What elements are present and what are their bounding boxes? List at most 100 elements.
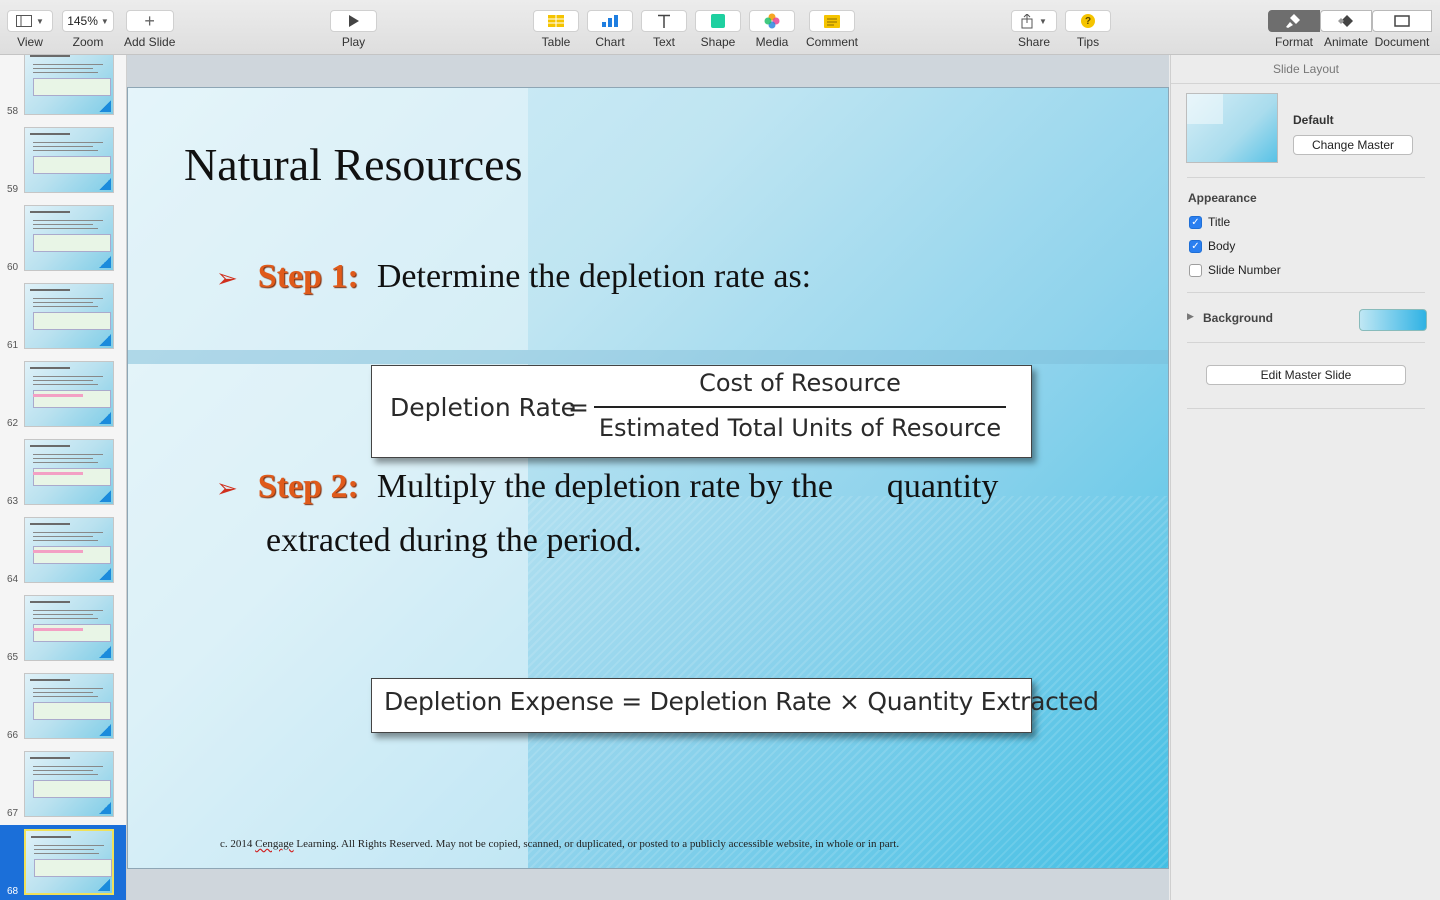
- tips-control[interactable]: ? Tips: [1065, 10, 1111, 49]
- slide-thumbnail[interactable]: [24, 517, 114, 583]
- share-button[interactable]: ▼: [1011, 10, 1057, 32]
- thumbnail-detail: [33, 390, 111, 408]
- table-control[interactable]: Table: [533, 10, 579, 49]
- slide-thumbnail[interactable]: [24, 673, 114, 739]
- slide-thumbnail-row[interactable]: 65: [0, 591, 126, 669]
- copyright-footer[interactable]: c. 2014 Cengage Learning. All Rights Res…: [220, 838, 899, 850]
- slide-thumbnail-row[interactable]: 60: [0, 201, 126, 279]
- slide-title[interactable]: Natural Resources: [184, 138, 523, 191]
- slide-thumbnail[interactable]: [24, 829, 114, 895]
- thumbnail-detail: [33, 532, 103, 533]
- slide-thumbnail[interactable]: [24, 751, 114, 817]
- document-tab[interactable]: Document: [1372, 10, 1432, 49]
- shape-button[interactable]: [695, 10, 741, 32]
- title-checkbox[interactable]: ✓: [1189, 215, 1202, 229]
- thumbnail-detail: [33, 462, 98, 463]
- zoom-control[interactable]: 145% ▼ Zoom: [62, 10, 114, 49]
- table-button[interactable]: [533, 10, 579, 32]
- add-slide-control[interactable]: + Add Slide: [124, 10, 175, 49]
- slide-number: 67: [7, 808, 19, 819]
- change-master-button[interactable]: Change Master: [1293, 135, 1413, 155]
- thumbnail-detail: [33, 146, 93, 147]
- divider: [1187, 342, 1425, 343]
- slide-thumbnail-row[interactable]: 62: [0, 357, 126, 435]
- share-control[interactable]: ▼ Share: [1011, 10, 1057, 49]
- zoom-select[interactable]: 145% ▼: [62, 10, 114, 32]
- edit-master-slide-button[interactable]: Edit Master Slide: [1206, 365, 1406, 385]
- footer-suffix: Learning. All Rights Reserved. May not b…: [293, 838, 900, 850]
- slide-thumbnail-row[interactable]: 68: [0, 825, 126, 900]
- step1-bullet[interactable]: ➢ Step 1: Determine the depletion rate as:: [216, 258, 811, 296]
- slide-thumbnail[interactable]: [24, 439, 114, 505]
- thumbnail-detail: [33, 688, 103, 689]
- thumbnail-detail: [33, 142, 103, 143]
- slide-thumbnail[interactable]: [24, 55, 114, 115]
- depletion-expense-formula[interactable]: Depletion Expense = Depletion Rate × Qua…: [371, 678, 1099, 733]
- plus-icon: +: [144, 10, 155, 31]
- slide-number: 68: [7, 886, 19, 897]
- slide[interactable]: Natural Resources ➢ Step 1: Determine the …: [127, 87, 1169, 869]
- document-button[interactable]: [1372, 10, 1432, 32]
- body-checkbox[interactable]: ✓: [1189, 239, 1202, 253]
- step2-bullet[interactable]: ➢ Step 2: Multiply the depletion rate by t…: [216, 468, 998, 506]
- tips-button[interactable]: ?: [1065, 10, 1111, 32]
- slide-thumbnail-row[interactable]: 63: [0, 435, 126, 513]
- slide-navigator[interactable]: 58 59 60 61 62 63 64 65 66 67 68: [0, 55, 127, 900]
- thumbnail-detail: [33, 78, 111, 96]
- chart-control[interactable]: Chart: [587, 10, 633, 49]
- slide-thumbnail-row[interactable]: 58: [0, 55, 126, 123]
- thumbnail-detail: [33, 312, 111, 330]
- slide-canvas[interactable]: Natural Resources ➢ Step 1: Determine the …: [127, 55, 1169, 900]
- body-checkbox-row[interactable]: ✓ Body: [1189, 239, 1235, 253]
- master-thumbnail[interactable]: [1186, 93, 1278, 163]
- footer-prefix: c. 2014: [220, 838, 256, 850]
- slide-thumbnail[interactable]: [24, 361, 114, 427]
- media-control[interactable]: Media: [749, 10, 795, 49]
- slide-thumbnail[interactable]: [24, 595, 114, 661]
- slide-thumbnail[interactable]: [24, 283, 114, 349]
- text-label: Text: [652, 35, 675, 49]
- comment-button[interactable]: [809, 10, 855, 32]
- title-checkbox-row[interactable]: ✓ Title: [1189, 215, 1230, 229]
- thumbnail-detail: [30, 367, 70, 369]
- slide-background-band: [128, 350, 1168, 364]
- slide-number-checkbox[interactable]: [1189, 263, 1202, 277]
- view-button[interactable]: ▼: [7, 10, 53, 32]
- thumbnail-detail: [99, 334, 111, 346]
- slide-thumbnail-row[interactable]: 67: [0, 747, 126, 825]
- disclosure-triangle-icon[interactable]: ▶: [1187, 311, 1194, 322]
- thumbnail-detail: [30, 133, 70, 135]
- text-control[interactable]: Text: [641, 10, 687, 49]
- view-label: View: [17, 35, 43, 49]
- play-control[interactable]: Play: [330, 10, 377, 49]
- slide-thumbnail-row[interactable]: 66: [0, 669, 126, 747]
- play-button[interactable]: [330, 10, 377, 32]
- thumbnail-detail: [33, 150, 98, 151]
- chart-button[interactable]: [587, 10, 633, 32]
- add-slide-button[interactable]: +: [125, 10, 174, 32]
- shape-control[interactable]: Shape: [695, 10, 741, 49]
- slide-thumbnail[interactable]: [24, 205, 114, 271]
- play-icon: [348, 15, 359, 27]
- thumbnail-detail: [33, 454, 103, 455]
- depletion-rate-formula[interactable]: Depletion Rate = Cost of Resource Estima…: [371, 365, 1032, 458]
- text-button[interactable]: [641, 10, 687, 32]
- slide-number-checkbox-row[interactable]: Slide Number: [1189, 263, 1281, 277]
- step2-text-line2[interactable]: extracted during the period.: [266, 522, 642, 560]
- slide-number-checkbox-label: Slide Number: [1208, 263, 1281, 277]
- animate-button[interactable]: [1320, 10, 1372, 32]
- slide-thumbnail-row[interactable]: 61: [0, 279, 126, 357]
- slide-thumbnail-row[interactable]: 59: [0, 123, 126, 201]
- share-icon: [1021, 13, 1033, 28]
- media-button[interactable]: [749, 10, 795, 32]
- view-control[interactable]: ▼ View: [7, 10, 53, 49]
- slide-thumbnail-row[interactable]: 64: [0, 513, 126, 591]
- background-color-well[interactable]: [1359, 309, 1427, 331]
- format-button[interactable]: [1268, 10, 1320, 32]
- chart-label: Chart: [595, 35, 625, 49]
- format-tab[interactable]: Format: [1268, 10, 1320, 49]
- animate-tab[interactable]: Animate: [1320, 10, 1372, 49]
- slide-thumbnail[interactable]: [24, 127, 114, 193]
- comment-control[interactable]: Comment: [806, 10, 858, 49]
- background-heading[interactable]: Background: [1203, 311, 1273, 325]
